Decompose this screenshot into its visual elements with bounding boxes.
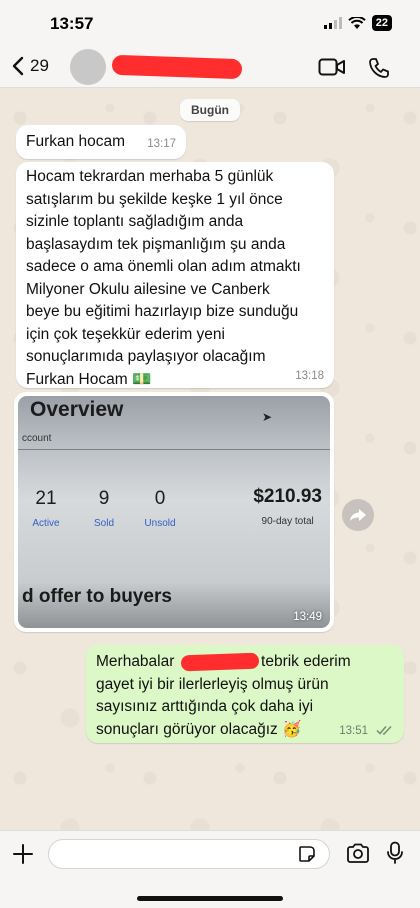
- stat-label: Unsold: [144, 518, 176, 529]
- date-separator: Bugün: [180, 99, 240, 121]
- message-text-part: Merhabalar: [96, 653, 179, 670]
- stat-value: 9: [98, 488, 110, 509]
- forward-icon: [350, 509, 366, 521]
- status-icons: 22: [323, 15, 392, 31]
- message-time: 13:17: [147, 138, 176, 150]
- message-text-part: gayet iyi bir ilerlerleyiş olmuş ürün sa…: [96, 675, 329, 738]
- camera-icon[interactable]: [346, 843, 370, 863]
- stat-sold: 9 Sold: [84, 488, 124, 529]
- offer-text: d offer to buyers: [22, 586, 172, 607]
- incoming-message[interactable]: Hocam tekrardan merhaba 5 günlük satışla…: [16, 162, 334, 388]
- sticker-icon[interactable]: [298, 845, 316, 863]
- stat-unsold: 0 Unsold: [135, 488, 185, 529]
- forward-button[interactable]: [342, 499, 374, 531]
- message-time: 13:18: [295, 370, 324, 382]
- photo-divider: [18, 449, 330, 450]
- overview-title: Overview: [30, 398, 124, 421]
- chat-header: 29: [0, 48, 420, 88]
- status-time: 13:57: [50, 14, 94, 33]
- outgoing-message[interactable]: Merhabalar tebrik ederim gayet iyi bir i…: [86, 645, 404, 743]
- total-value: $210.93: [253, 486, 322, 507]
- incoming-image-message[interactable]: Overview ccount ➤ 21 Active 9 Sold 0 Uns…: [14, 392, 334, 632]
- overview-subtitle: ccount: [22, 433, 52, 444]
- back-chevron-icon: [12, 56, 24, 76]
- plus-icon[interactable]: [12, 843, 34, 865]
- stat-value: 21: [35, 488, 57, 509]
- incoming-message[interactable]: Furkan hocam 13:17: [16, 125, 186, 159]
- message-text-part: tebrik ederim: [256, 653, 351, 670]
- message-input[interactable]: [48, 839, 330, 869]
- total-sales: $210.93 90-day total: [253, 486, 322, 527]
- contact-avatar[interactable]: [70, 49, 106, 85]
- video-call-icon[interactable]: [318, 57, 346, 77]
- home-indicator: [137, 896, 283, 901]
- status-bar: 13:57 22: [0, 0, 420, 48]
- total-label: 90-day total: [261, 516, 314, 527]
- back-button[interactable]: 29: [12, 56, 49, 76]
- contact-name-redacted[interactable]: [111, 54, 243, 80]
- signal-icon: [323, 17, 342, 29]
- battery-indicator: 22: [371, 15, 392, 31]
- message-time: 13:51: [339, 725, 368, 737]
- stat-label: Sold: [93, 518, 114, 529]
- message-text: Hocam tekrardan merhaba 5 günlük satışla…: [26, 168, 301, 388]
- message-time: 13:49: [293, 611, 322, 623]
- unread-count: 29: [30, 56, 49, 75]
- mouse-cursor-icon: ➤: [262, 410, 273, 424]
- stat-active: 21 Active: [26, 488, 66, 529]
- mic-icon[interactable]: [386, 841, 404, 865]
- stat-label: Active: [32, 518, 60, 529]
- wifi-icon: [348, 16, 366, 29]
- stat-value: 0: [154, 488, 166, 509]
- message-text: Furkan hocam: [26, 133, 126, 150]
- name-redaction: [180, 652, 260, 672]
- sales-overview-photo[interactable]: Overview ccount ➤ 21 Active 9 Sold 0 Uns…: [18, 396, 330, 628]
- phone-icon[interactable]: [368, 57, 390, 79]
- double-check-icon: [376, 725, 392, 735]
